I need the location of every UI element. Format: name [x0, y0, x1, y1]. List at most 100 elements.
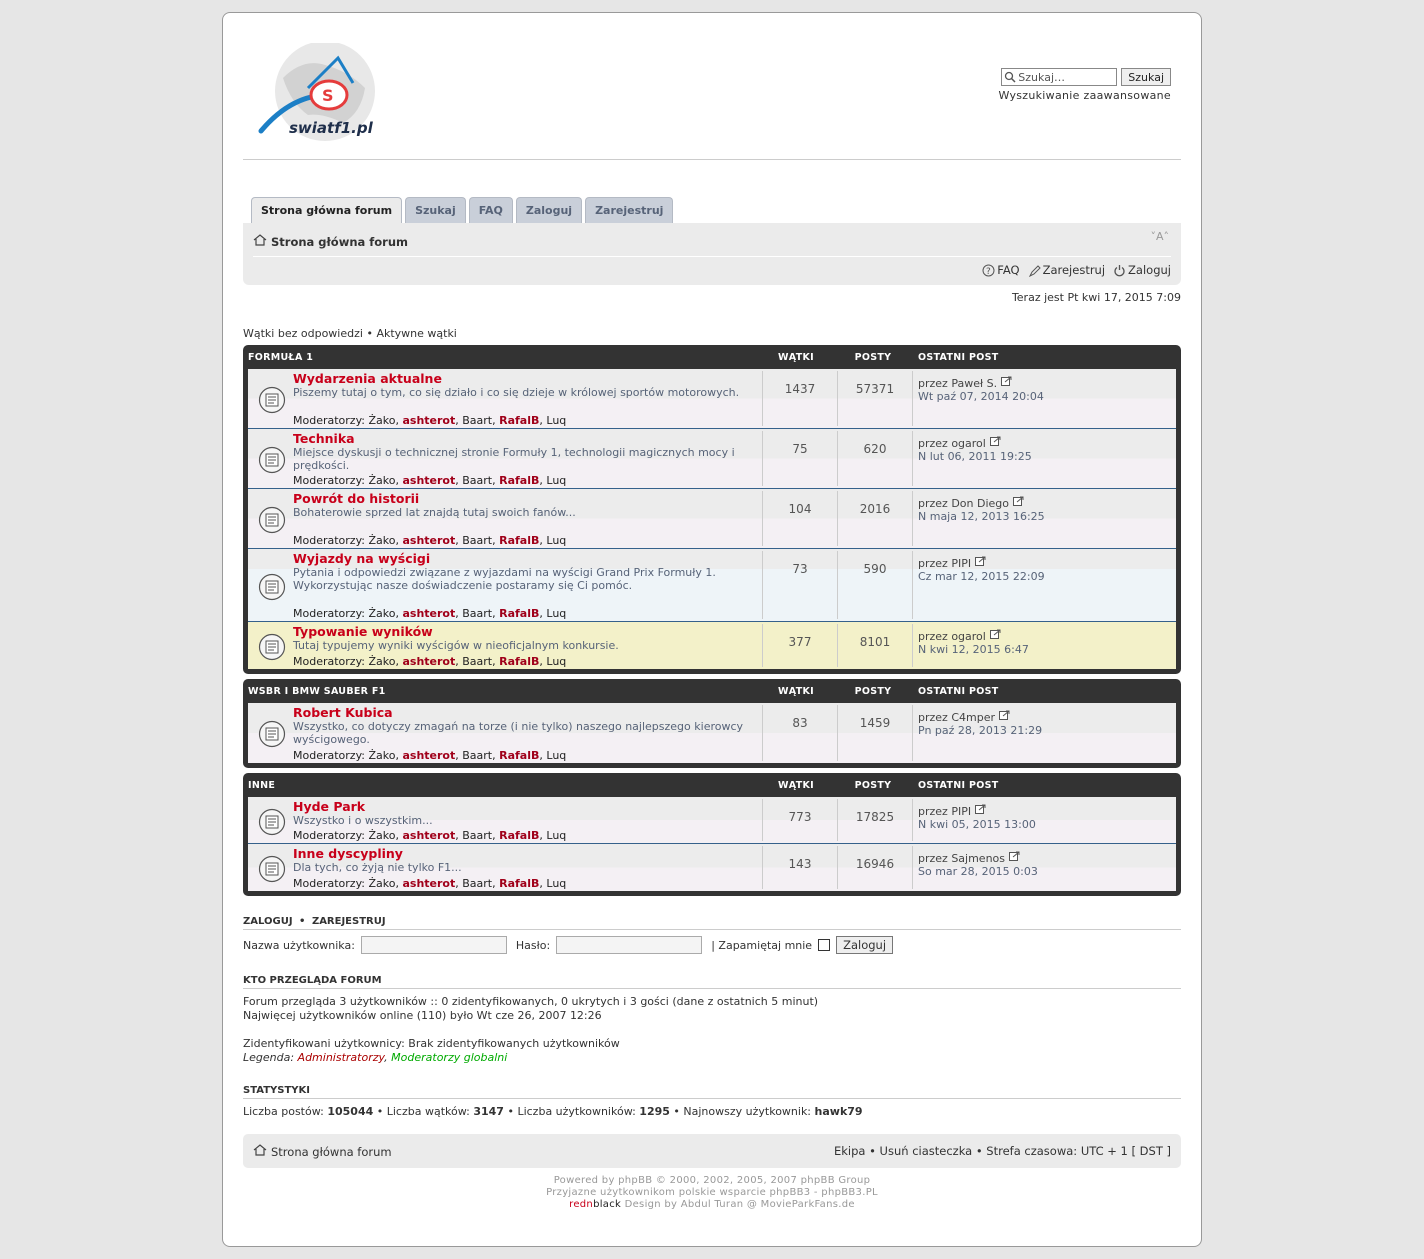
- moderator-link[interactable]: Luq: [546, 749, 566, 762]
- moderator-link[interactable]: ashterot: [402, 414, 455, 427]
- view-latest-post-icon[interactable]: [975, 804, 986, 818]
- moderator-link[interactable]: Żako: [369, 414, 396, 427]
- tab-index[interactable]: Strona główna forum: [251, 197, 403, 223]
- view-latest-post-icon[interactable]: [975, 556, 986, 570]
- moderator-link[interactable]: Luq: [546, 655, 566, 668]
- view-latest-post-icon[interactable]: [1009, 851, 1020, 865]
- remember-checkbox[interactable]: [818, 939, 831, 951]
- forum-title-link[interactable]: Typowanie wyników: [293, 624, 758, 639]
- moderator-link[interactable]: ashterot: [402, 474, 455, 487]
- moderator-link[interactable]: Luq: [546, 607, 566, 620]
- last-post-author[interactable]: przez PIPI: [918, 805, 971, 818]
- moderator-link[interactable]: Żako: [369, 474, 396, 487]
- moderator-link[interactable]: RafalB: [499, 607, 539, 620]
- moderator-link[interactable]: Luq: [546, 474, 566, 487]
- moderator-link[interactable]: Baart: [462, 607, 492, 620]
- view-latest-post-icon[interactable]: [989, 629, 1001, 643]
- category-name[interactable]: WSBR i BMW Sauber F1: [248, 686, 386, 697]
- forum-title-link[interactable]: Powrót do historii: [293, 491, 758, 506]
- login-heading-link[interactable]: Zaloguj: [243, 916, 293, 927]
- login-button[interactable]: Zaloguj: [836, 936, 894, 954]
- tab-register[interactable]: Zarejestruj: [585, 197, 674, 223]
- moderator-link[interactable]: ashterot: [402, 829, 455, 842]
- moderator-link[interactable]: RafalB: [499, 749, 539, 762]
- register-link[interactable]: Zarejestruj: [1028, 263, 1105, 277]
- moderator-link[interactable]: RafalB: [499, 829, 539, 842]
- forum-title-link[interactable]: Hyde Park: [293, 799, 758, 814]
- font-increase-icon[interactable]: ˄: [1164, 230, 1170, 243]
- forum-info: Technika Miejsce dyskusji o technicznej s…: [293, 431, 758, 472]
- view-latest-post-icon[interactable]: [989, 436, 1001, 450]
- last-post-author[interactable]: przez Don Diego: [918, 497, 1009, 510]
- moderator-link[interactable]: Luq: [546, 414, 566, 427]
- forum-title-link[interactable]: Wydarzenia aktualne: [293, 371, 758, 386]
- site-logo[interactable]: S swiatf1.pl: [253, 41, 383, 153]
- last-post-author[interactable]: przez ogarol: [918, 437, 986, 450]
- moderator-link[interactable]: Żako: [369, 829, 396, 842]
- moderator-link[interactable]: Baart: [462, 414, 492, 427]
- legend-admins-link[interactable]: Administratorzy: [298, 1051, 385, 1064]
- moderator-link[interactable]: Żako: [369, 877, 396, 890]
- moderator-link[interactable]: Baart: [462, 655, 492, 668]
- moderator-link[interactable]: ashterot: [402, 655, 455, 668]
- category-name[interactable]: Formuła 1: [248, 352, 313, 363]
- login-link[interactable]: Zaloguj: [1113, 263, 1171, 277]
- footer-breadcrumb[interactable]: Strona główna forum: [253, 1144, 392, 1159]
- forum-read-icon: [258, 446, 286, 474]
- moderator-link[interactable]: Żako: [369, 607, 396, 620]
- moderator-link[interactable]: Baart: [462, 474, 492, 487]
- newest-user-link[interactable]: hawk79: [815, 1105, 863, 1118]
- search-button[interactable]: Szukaj: [1121, 68, 1171, 86]
- last-post-author[interactable]: przez Paweł S.: [918, 377, 997, 390]
- faq-link[interactable]: ? FAQ: [982, 263, 1020, 277]
- registered-users: Zidentyfikowani użytkownicy: Brak zident…: [243, 1037, 620, 1050]
- advanced-search-link[interactable]: Wyszukiwanie zaawansowane: [998, 89, 1171, 102]
- category-name[interactable]: Inne: [248, 780, 275, 791]
- moderator-link[interactable]: Baart: [462, 877, 492, 890]
- moderator-link[interactable]: Baart: [462, 749, 492, 762]
- legend-mods-link[interactable]: Moderatorzy globalni: [391, 1051, 507, 1064]
- forum-title-link[interactable]: Technika: [293, 431, 758, 446]
- view-latest-post-icon[interactable]: [1013, 496, 1024, 510]
- forum-row: Hyde Park Wszystko i o wszystkim... Modera…: [248, 797, 1176, 844]
- forum-title-link[interactable]: Inne dyscypliny: [293, 846, 758, 861]
- moderator-link[interactable]: ashterot: [402, 877, 455, 890]
- moderator-link[interactable]: ashterot: [402, 607, 455, 620]
- moderator-link[interactable]: Żako: [369, 749, 396, 762]
- last-post-author[interactable]: przez ogarol: [918, 630, 986, 643]
- forum-title-link[interactable]: Robert Kubica: [293, 705, 758, 720]
- font-resize-control[interactable]: ˅A˄: [1150, 230, 1169, 243]
- moderator-link[interactable]: RafalB: [499, 877, 539, 890]
- moderator-link[interactable]: Luq: [546, 877, 566, 890]
- last-post-author[interactable]: przez PIPI: [918, 557, 971, 570]
- active-topics-link[interactable]: Aktywne wątki: [376, 327, 456, 340]
- moderator-link[interactable]: Baart: [462, 829, 492, 842]
- last-post-author[interactable]: przez C4mper: [918, 711, 995, 724]
- last-post-author[interactable]: przez Sajmenos: [918, 852, 1005, 865]
- view-latest-post-icon[interactable]: [998, 710, 1010, 724]
- tab-faq[interactable]: FAQ: [468, 197, 513, 223]
- view-latest-post-icon[interactable]: [1001, 376, 1012, 390]
- tab-login[interactable]: Zaloguj: [515, 197, 583, 223]
- moderator-link[interactable]: Luq: [546, 534, 566, 547]
- moderator-link[interactable]: Baart: [462, 534, 492, 547]
- moderator-link[interactable]: ashterot: [402, 749, 455, 762]
- moderator-link[interactable]: Żako: [369, 655, 396, 668]
- moderator-link[interactable]: RafalB: [499, 655, 539, 668]
- moderator-link[interactable]: RafalB: [499, 534, 539, 547]
- tab-search[interactable]: Szukaj: [405, 197, 466, 223]
- password-input[interactable]: [556, 936, 703, 954]
- search-input[interactable]: Szukaj…: [1001, 68, 1118, 86]
- moderator-link[interactable]: ashterot: [402, 534, 455, 547]
- footer-links[interactable]: Ekipa • Usuń ciasteczka • Strefa czasowa…: [834, 1144, 1171, 1158]
- column-divider: [912, 551, 913, 619]
- moderator-link[interactable]: RafalB: [499, 474, 539, 487]
- register-heading-link[interactable]: Zarejestruj: [312, 916, 386, 927]
- forum-title-link[interactable]: Wyjazdy na wyścigi: [293, 551, 758, 566]
- moderator-link[interactable]: Luq: [546, 829, 566, 842]
- moderator-link[interactable]: RafalB: [499, 414, 539, 427]
- moderator-link[interactable]: Żako: [369, 534, 396, 547]
- username-input[interactable]: [360, 936, 507, 954]
- unanswered-topics-link[interactable]: Wątki bez odpowiedzi: [243, 327, 363, 340]
- breadcrumb[interactable]: Strona główna forum: [253, 234, 408, 249]
